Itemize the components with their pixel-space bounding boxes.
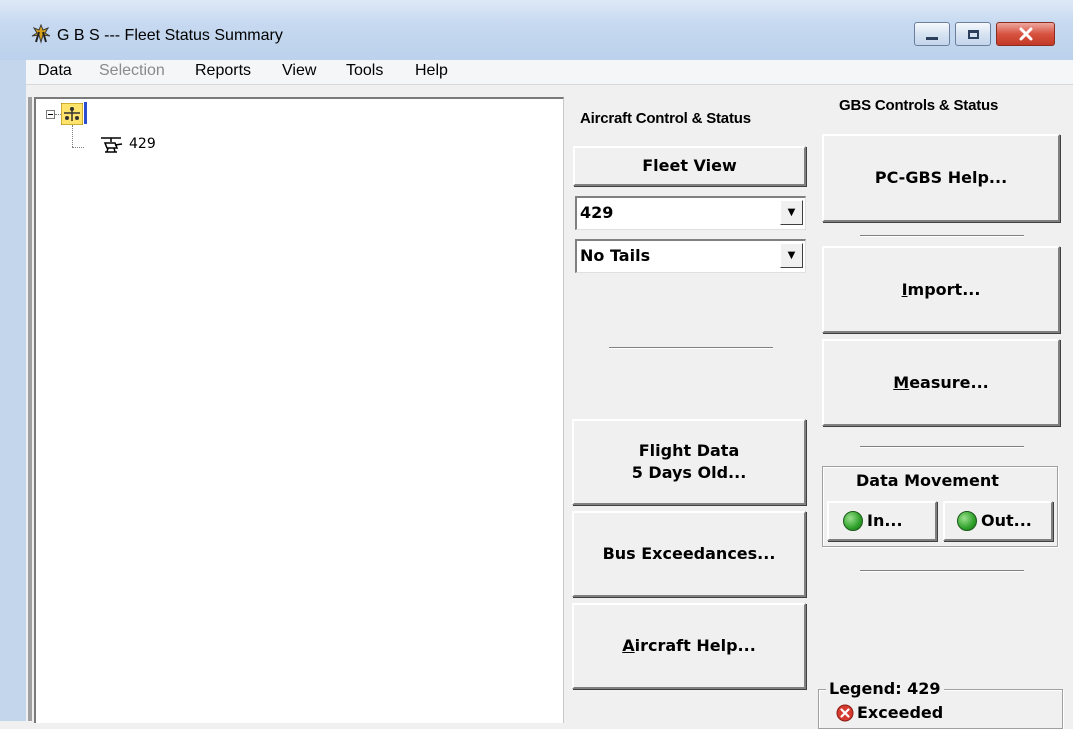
menu-help[interactable]: Help bbox=[415, 62, 448, 80]
app-window: G B S --- Fleet Status Summary Data Sele… bbox=[0, 0, 1073, 729]
aircraft-panel-title: Aircraft Control & Status bbox=[580, 110, 751, 127]
maximize-icon bbox=[967, 29, 979, 39]
aircraft-help-button[interactable]: Aircraft Help... bbox=[572, 603, 806, 689]
fleet-view-button[interactable]: Fleet View bbox=[573, 146, 806, 186]
flight-data-age: 5 Days Old... bbox=[631, 463, 747, 482]
minimize-icon bbox=[926, 36, 938, 40]
legend-label: Legend: 429 bbox=[826, 679, 944, 698]
helicopter-icon[interactable] bbox=[99, 135, 123, 155]
measure-label-rest: easure... bbox=[909, 372, 989, 392]
legend-exceeded-label: Exceeded bbox=[857, 703, 944, 722]
gbs-panel-title: GBS Controls & Status bbox=[839, 97, 999, 114]
measure-label: Measure... bbox=[893, 372, 989, 392]
data-movement-label: Data Movement bbox=[853, 471, 1002, 490]
gbs-separator-2 bbox=[860, 446, 1024, 448]
aircraft-separator bbox=[609, 347, 773, 349]
close-button[interactable] bbox=[996, 22, 1055, 46]
aircraft-select-value: 429 bbox=[580, 203, 614, 222]
fleet-tree[interactable]: 429 bbox=[34, 97, 564, 723]
legend-exceeded-item: Exceeded bbox=[836, 703, 943, 722]
tails-select-value: No Tails bbox=[580, 246, 651, 265]
measure-button[interactable]: Measure... bbox=[822, 339, 1060, 426]
import-label-rest: mport... bbox=[907, 279, 981, 299]
chevron-down-icon[interactable]: ▼ bbox=[780, 243, 803, 268]
data-out-label: Out... bbox=[981, 511, 1032, 530]
data-out-button[interactable]: Out... bbox=[943, 501, 1053, 541]
data-in-button[interactable]: In... bbox=[827, 501, 937, 541]
menu-reports[interactable]: Reports bbox=[195, 62, 251, 80]
import-label: Import... bbox=[901, 279, 981, 299]
tree-item-label[interactable]: 429 bbox=[129, 136, 156, 152]
menu-data[interactable]: Data bbox=[38, 62, 72, 80]
tree-collapse-toggle[interactable] bbox=[46, 110, 55, 119]
status-led-icon bbox=[843, 511, 863, 531]
menu-selection[interactable]: Selection bbox=[99, 62, 165, 80]
tails-select[interactable]: No Tails ▼ bbox=[575, 239, 806, 273]
aircraft-help-label-rest: ircraft Help... bbox=[634, 636, 756, 655]
title-bar[interactable]: G B S --- Fleet Status Summary bbox=[0, 0, 1073, 60]
menu-tools[interactable]: Tools bbox=[346, 62, 383, 80]
status-led-icon bbox=[957, 511, 977, 531]
aircraft-select[interactable]: 429 ▼ bbox=[575, 196, 806, 230]
close-icon bbox=[1019, 27, 1032, 41]
flight-data-button[interactable]: Flight Data 5 Days Old... bbox=[572, 419, 806, 505]
maximize-button[interactable] bbox=[955, 22, 991, 46]
pc-gbs-help-button[interactable]: PC-GBS Help... bbox=[822, 134, 1060, 222]
gbs-separator-1 bbox=[860, 235, 1024, 237]
import-button[interactable]: Import... bbox=[822, 246, 1060, 333]
bus-exceedances-button[interactable]: Bus Exceedances... bbox=[572, 511, 806, 597]
menu-view[interactable]: View bbox=[282, 62, 316, 80]
flight-data-label: Flight Data bbox=[638, 441, 740, 460]
gbs-app-icon bbox=[31, 23, 51, 44]
exceeded-error-icon bbox=[836, 704, 854, 721]
window-title: G B S --- Fleet Status Summary bbox=[57, 27, 283, 44]
aircraft-help-label: Aircraft Help... bbox=[622, 636, 756, 655]
gbs-separator-3 bbox=[860, 570, 1024, 572]
left-edge bbox=[28, 97, 32, 721]
menu-bar: Data Selection Reports View Tools Help bbox=[26, 60, 1073, 85]
chevron-down-icon[interactable]: ▼ bbox=[780, 200, 803, 225]
data-in-label: In... bbox=[867, 511, 903, 530]
fleet-root-icon[interactable] bbox=[61, 103, 83, 125]
minimize-button[interactable] bbox=[914, 22, 950, 46]
